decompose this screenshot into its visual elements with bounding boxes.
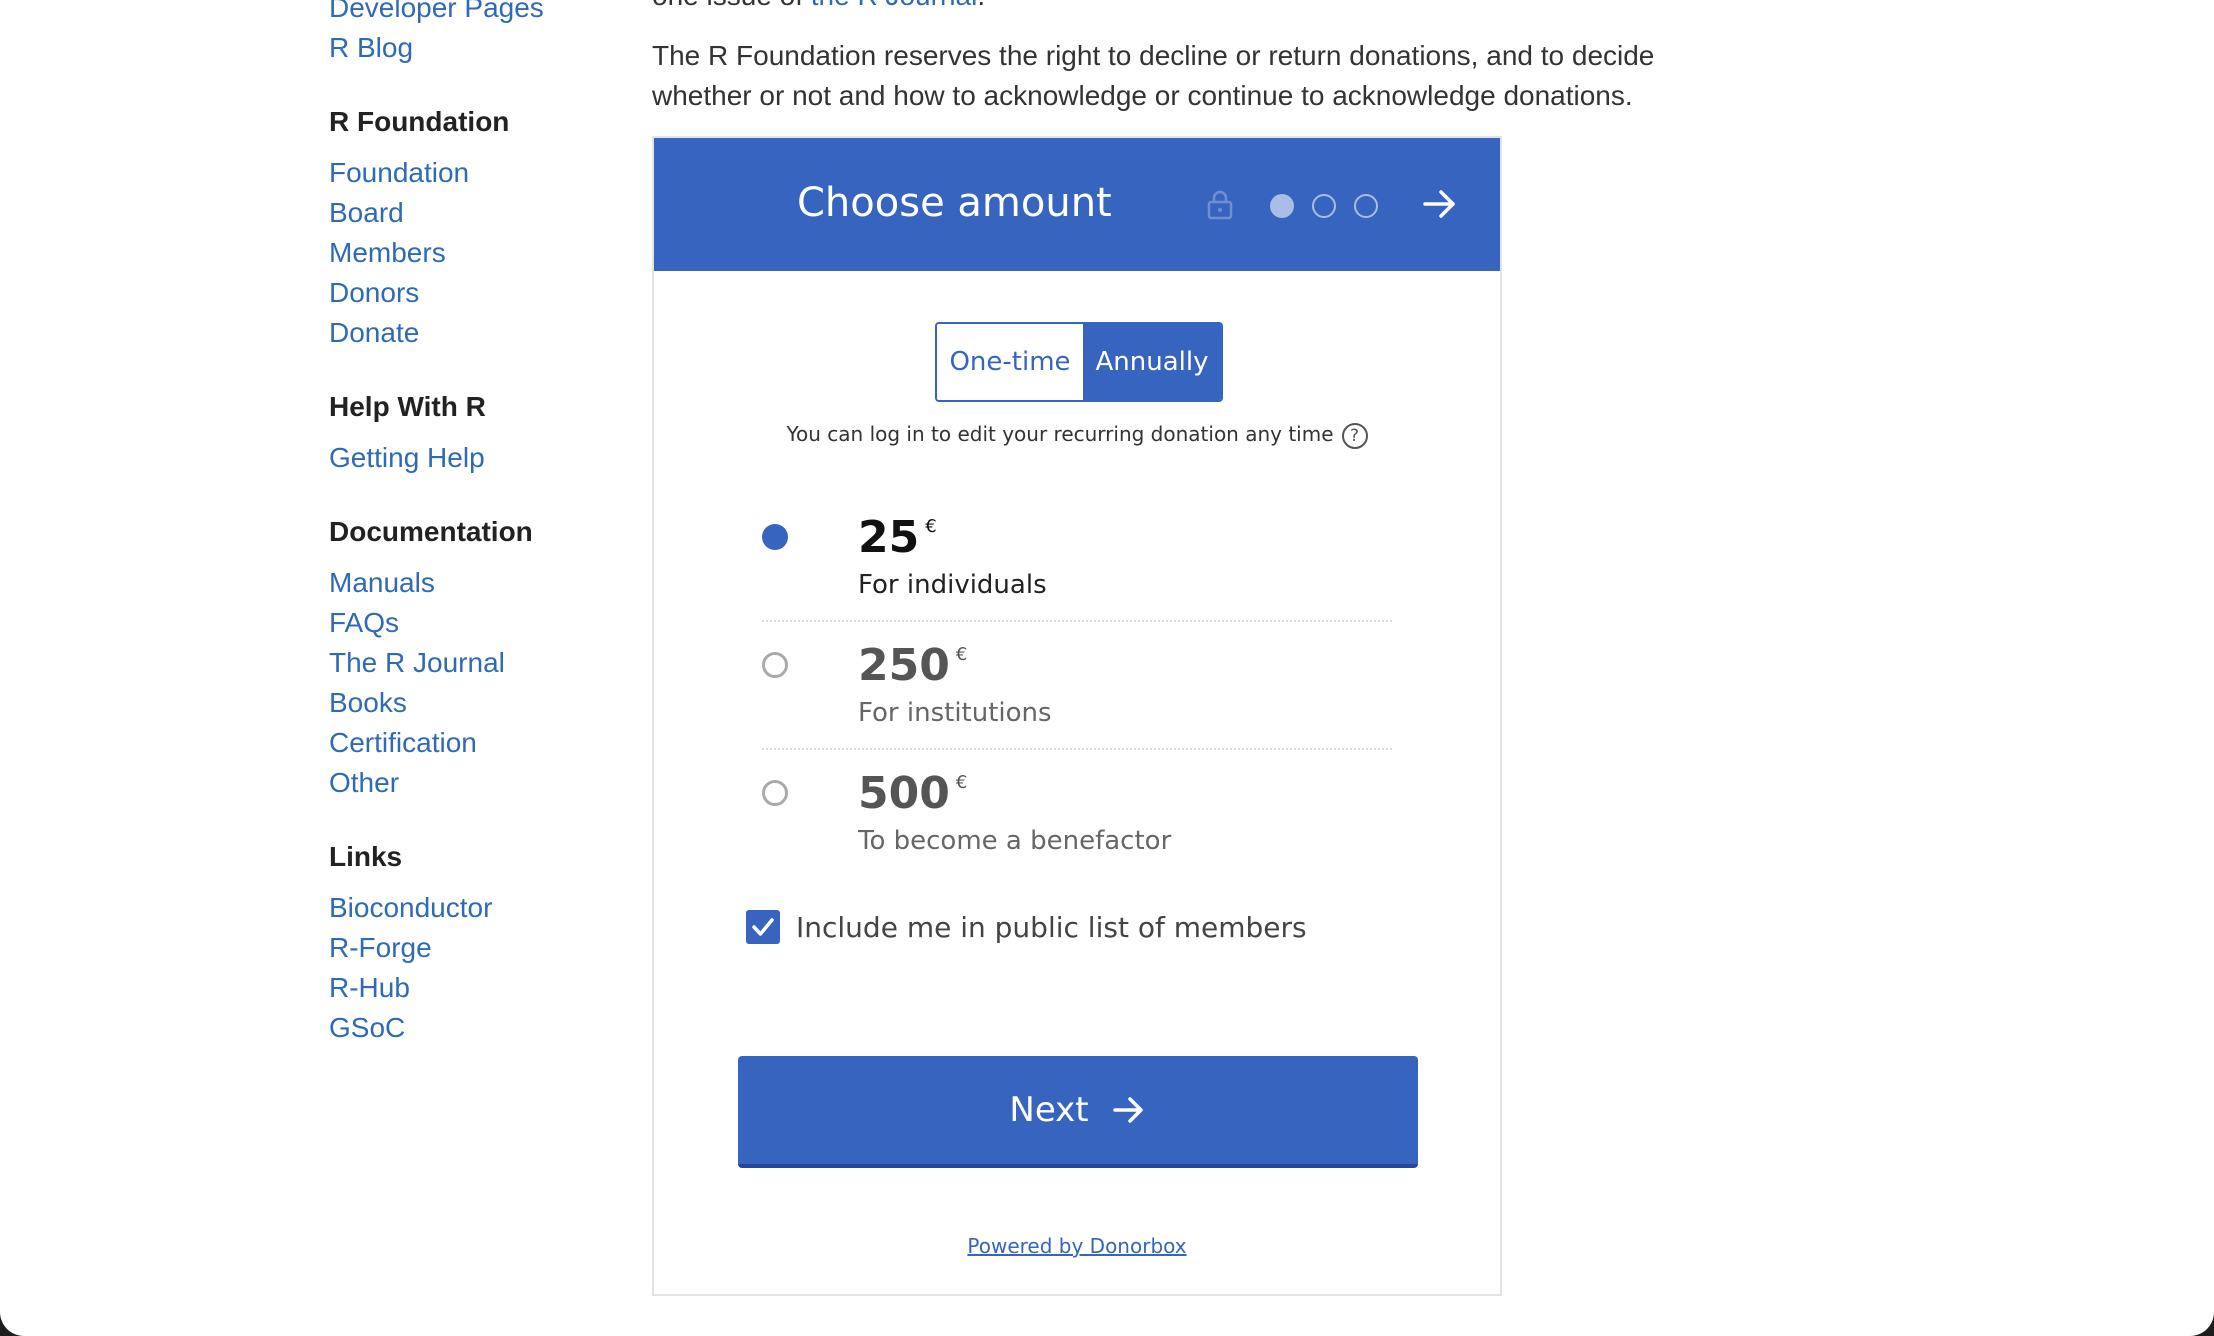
- sidebar-link-gsoc[interactable]: GSoC: [329, 1008, 619, 1048]
- next-button[interactable]: Next: [738, 1056, 1418, 1168]
- step-dot-2: [1312, 194, 1336, 218]
- widget-title: Choose amount: [797, 180, 1112, 226]
- radio-selected-icon[interactable]: [762, 524, 788, 550]
- sidebar-heading-r-foundation: R Foundation: [329, 106, 510, 137]
- sidebar-link-r-blog[interactable]: R Blog: [329, 28, 619, 68]
- checkmark-icon: [752, 918, 774, 936]
- public-list-option[interactable]: Include me in public list of members: [746, 910, 1307, 944]
- public-list-label: Include me in public list of members: [796, 910, 1307, 944]
- sidebar-link-faqs[interactable]: FAQs: [329, 603, 619, 643]
- sidebar-link-other[interactable]: Other: [329, 763, 619, 803]
- sidebar-link-r-hub[interactable]: R-Hub: [329, 968, 619, 1008]
- sidebar-heading-links: Links: [329, 841, 403, 872]
- donation-policy-paragraph: The R Foundation reserves the right to d…: [652, 40, 1655, 111]
- partial-text-prefix: one issue of: [652, 0, 811, 11]
- sidebar-link-certification[interactable]: Certification: [329, 723, 619, 763]
- arrow-right-icon: [1112, 1097, 1143, 1123]
- sidebar-link-r-forge[interactable]: R-Forge: [329, 928, 619, 968]
- next-button-label: Next: [1009, 1090, 1089, 1130]
- sidebar-link-getting-help[interactable]: Getting Help: [329, 438, 619, 478]
- amount-description: For individuals: [858, 570, 1047, 600]
- widget-header: Choose amount: [654, 138, 1500, 271]
- help-icon[interactable]: ?: [1341, 422, 1368, 449]
- partial-text-suffix: .: [977, 0, 985, 11]
- amount-number: 500: [858, 768, 950, 819]
- arrow-right-icon[interactable]: [1419, 183, 1461, 225]
- radio-unselected-icon[interactable]: [762, 780, 788, 806]
- sidebar-link-members[interactable]: Members: [329, 233, 619, 273]
- amount-value: 250 €: [858, 640, 967, 691]
- sidebar-link-r-journal[interactable]: The R Journal: [329, 643, 619, 683]
- sidebar-link-books[interactable]: Books: [329, 683, 619, 723]
- amount-value: 500 €: [858, 768, 967, 819]
- radio-unselected-icon[interactable]: [762, 652, 788, 678]
- window-corner-left: [0, 1296, 40, 1336]
- sidebar-link-donate[interactable]: Donate: [329, 313, 619, 353]
- powered-by: Powered by Donorbox: [654, 1234, 1500, 1258]
- step-dot-1: [1270, 194, 1294, 218]
- sidebar-nav: Developer Pages R Blog R Foundation Foun…: [329, 0, 619, 1048]
- donation-widget: Choose amount One-time Annually You can …: [652, 136, 1502, 1296]
- sidebar-heading-documentation: Documentation: [329, 516, 533, 547]
- currency-symbol: €: [955, 644, 968, 665]
- one-time-button[interactable]: One-time: [937, 324, 1083, 400]
- window-corner-right: [2174, 1296, 2214, 1336]
- amount-option-25[interactable]: 25 € For individuals: [762, 494, 1392, 622]
- sidebar-link-foundation[interactable]: Foundation: [329, 153, 619, 193]
- sidebar-link-board[interactable]: Board: [329, 193, 619, 233]
- amount-description: For institutions: [858, 698, 1052, 728]
- amount-number: 25: [858, 512, 920, 563]
- sidebar-link-donors[interactable]: Donors: [329, 273, 619, 313]
- public-list-checkbox[interactable]: [746, 910, 780, 944]
- sidebar-heading-help-with-r: Help With R: [329, 391, 486, 422]
- sidebar-link-manuals[interactable]: Manuals: [329, 563, 619, 603]
- sidebar-link-bioconductor[interactable]: Bioconductor: [329, 888, 619, 928]
- powered-by-donorbox-link[interactable]: Powered by Donorbox: [967, 1234, 1186, 1258]
- currency-symbol: €: [925, 516, 937, 537]
- step-indicator: [1270, 194, 1378, 218]
- amount-value: 25 €: [858, 512, 937, 563]
- amount-option-250[interactable]: 250 € For institutions: [762, 622, 1392, 750]
- frequency-toggle: One-time Annually: [935, 322, 1223, 402]
- recurring-note: You can log in to edit your recurring do…: [654, 422, 1500, 449]
- recurring-note-text: You can log in to edit your recurring do…: [786, 422, 1334, 446]
- main-content: one issue of the R Journal. The R Founda…: [652, 0, 1702, 111]
- partial-text-line: one issue of the R Journal.: [652, 0, 1702, 16]
- amount-option-500[interactable]: 500 € To become a benefactor: [762, 750, 1392, 878]
- amount-description: To become a benefactor: [858, 826, 1172, 856]
- currency-symbol: €: [955, 772, 968, 793]
- lock-icon: [1207, 190, 1233, 220]
- r-journal-link[interactable]: the R Journal: [811, 0, 978, 11]
- sidebar-link-developer-pages[interactable]: Developer Pages: [329, 0, 619, 28]
- annually-button[interactable]: Annually: [1083, 324, 1221, 400]
- amount-number: 250: [858, 640, 950, 691]
- step-dot-3: [1354, 194, 1378, 218]
